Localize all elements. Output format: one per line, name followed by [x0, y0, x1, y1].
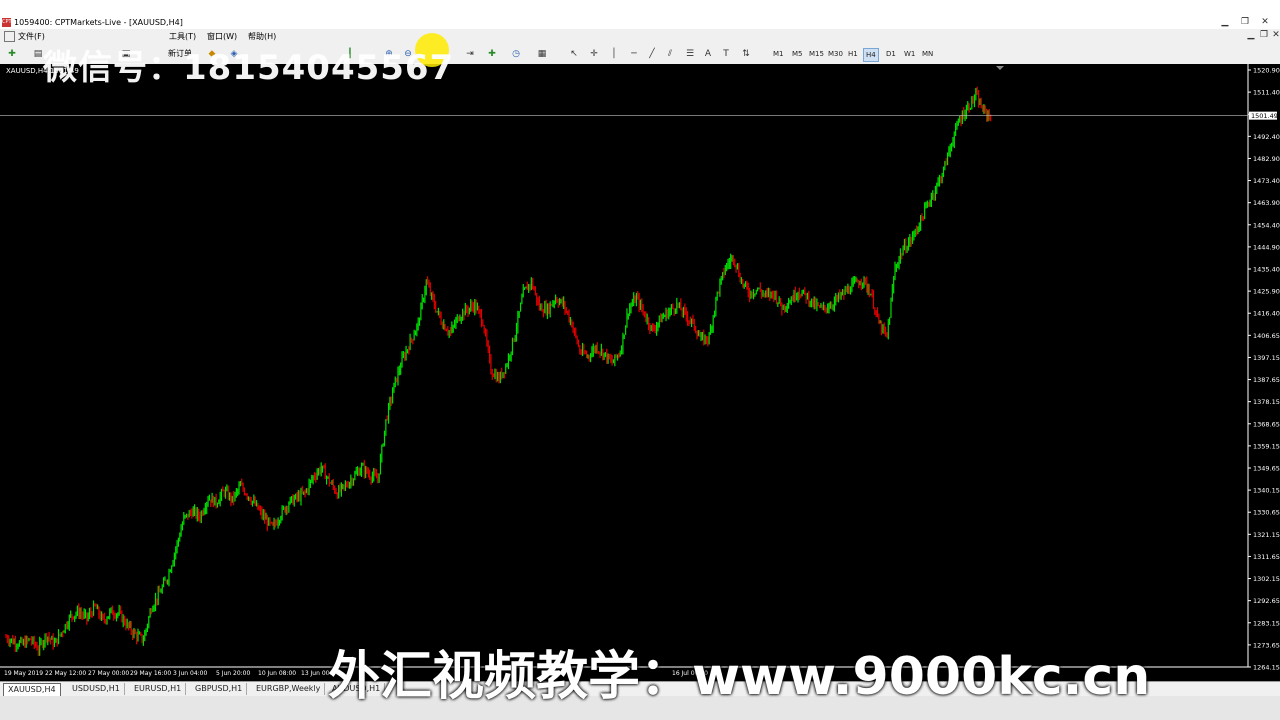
tab-eurusd-h1[interactable]: EURUSD,H1 — [130, 683, 187, 695]
price-tick-label: 1283.15 — [1253, 619, 1280, 627]
title-bar: CPT 1059400: CPTMarkets-Live - [XAUUSD,H… — [0, 0, 1280, 29]
app-icon: CPT — [2, 18, 12, 27]
price-tick-label: 1435.40 — [1253, 266, 1280, 274]
indicators-icon[interactable]: ✚ — [486, 48, 498, 60]
price-tick-label: 1454.40 — [1253, 221, 1280, 229]
price-tick-label: 1330.65 — [1253, 509, 1280, 517]
time-tick-label: 3 Jun 04:00 — [173, 670, 207, 677]
time-tick-label: 22 May 12:00 — [45, 670, 86, 677]
price-tick-label: 1511.40 — [1253, 89, 1280, 97]
price-tick-label: 1482.90 — [1253, 155, 1280, 163]
tab-gbpusd-h1[interactable]: GBPUSD,H1 — [191, 683, 248, 695]
price-tick-label: 1416.40 — [1253, 310, 1280, 318]
price-tick-label: 1368.65 — [1253, 420, 1280, 428]
price-tick-label: 1463.90 — [1253, 199, 1280, 207]
trendline-icon[interactable]: ╱ — [646, 48, 658, 60]
auto-scroll-icon[interactable]: ⇥ — [464, 48, 476, 60]
price-tick-label: 1321.15 — [1253, 531, 1280, 539]
mdi-close-button[interactable]: ✕ — [1267, 30, 1280, 41]
chart-symbol-header: XAUUSD,H4 1501.49 — [6, 67, 79, 75]
time-tick-label: 5 Jun 20:00 — [216, 670, 250, 677]
timeframe-h1[interactable]: H1 — [846, 48, 860, 60]
vertical-line-icon[interactable]: │ — [608, 48, 620, 60]
chart-shift-marker — [996, 66, 1004, 70]
fibonacci-icon[interactable]: ☰ — [684, 48, 696, 60]
price-tick-label: 1359.15 — [1253, 442, 1280, 450]
tab-xauusd-h4[interactable]: XAUUSD,H4 — [3, 683, 61, 697]
text-tool-icon[interactable]: A — [702, 48, 714, 60]
timeframe-m1[interactable]: M1 — [771, 48, 786, 60]
chart-window-icon — [4, 31, 15, 42]
price-tick-label: 1264.15 — [1253, 664, 1280, 672]
text-label-icon[interactable]: T — [720, 48, 732, 60]
price-tick-label: 1444.90 — [1253, 243, 1280, 251]
price-tick-label: 1378.15 — [1253, 398, 1280, 406]
price-tick-label: 1340.15 — [1253, 487, 1280, 495]
current-price-label: 1501.49 — [1251, 112, 1278, 120]
horizontal-line-icon[interactable]: ─ — [628, 48, 640, 60]
cursor-icon[interactable]: ↖ — [568, 48, 580, 60]
price-tick-label: 1273.65 — [1253, 641, 1280, 649]
timeframe-mn[interactable]: MN — [920, 48, 935, 60]
price-chart[interactable]: XAUUSD,H4 1501.49 1520.90 1511.40 1492.40 1… — [0, 64, 1280, 681]
price-tick-label: 1397.15 — [1253, 354, 1280, 362]
price-tick-label: 1349.65 — [1253, 465, 1280, 473]
price-tick-label: 1520.90 — [1253, 67, 1280, 75]
time-tick-label: 10 Jun 08:00 — [258, 670, 296, 677]
price-tick-label: 1425.90 — [1253, 288, 1280, 296]
timeframe-m15[interactable]: M15 — [807, 48, 826, 60]
price-tick-label: 1387.65 — [1253, 376, 1280, 384]
price-tick-label: 1311.65 — [1253, 553, 1280, 561]
timeframe-w1[interactable]: W1 — [902, 48, 917, 60]
templates-icon[interactable]: ▦ — [536, 48, 548, 60]
tab-usdusd-h1[interactable]: USDUSD,H1 — [68, 683, 125, 695]
price-tick-label: 1406.65 — [1253, 332, 1280, 340]
tab-eurgbp-weekly[interactable]: EURGBP,Weekly — [252, 683, 326, 695]
channel-icon[interactable]: ⫽ — [664, 48, 676, 60]
minimize-button[interactable]: ▁ — [1216, 17, 1234, 28]
close-button[interactable]: ✕ — [1256, 17, 1274, 28]
timeframe-m5[interactable]: M5 — [790, 48, 805, 60]
watermark-text: 微信号：18154045567 — [43, 48, 455, 88]
price-tick-label: 1302.15 — [1253, 575, 1280, 583]
subtitle-caption: 外汇视频教学：www.9000kc.cn — [328, 647, 1151, 707]
timeframe-d1[interactable]: D1 — [884, 48, 898, 60]
timeframe-m30[interactable]: M30 — [826, 48, 845, 60]
periods-icon[interactable]: ◷ — [510, 48, 522, 60]
time-tick-label: 29 May 16:00 — [130, 670, 171, 677]
arrows-icon[interactable]: ⇅ — [740, 48, 752, 60]
time-tick-label: 27 May 00:00 — [88, 670, 129, 677]
price-tick-label: 1492.40 — [1253, 133, 1280, 141]
price-tick-label: 1292.65 — [1253, 597, 1280, 605]
time-tick-label: 19 May 2019 — [4, 670, 43, 677]
chart-canvas[interactable]: 1520.90 1511.40 1492.40 1482.90 1473.40 1463.… — [0, 64, 1280, 681]
maximize-button[interactable]: ❐ — [1236, 17, 1254, 28]
price-tick-label: 1473.40 — [1253, 177, 1280, 185]
timeframe-h4[interactable]: H4 — [863, 48, 879, 62]
menu-file[interactable]: 文件(F) — [18, 31, 45, 42]
new-chart-icon[interactable]: ✚ — [6, 48, 18, 60]
window-title: 1059400: CPTMarkets-Live - [XAUUSD,H4] — [14, 18, 183, 27]
crosshair-icon[interactable]: ✛ — [588, 48, 600, 60]
